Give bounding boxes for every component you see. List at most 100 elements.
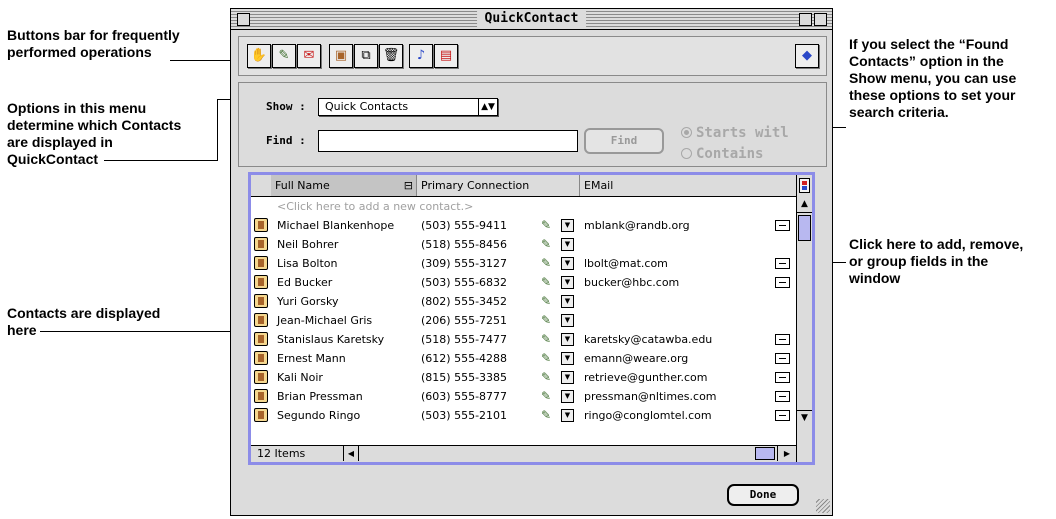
email-send-icon[interactable]: [775, 258, 790, 269]
show-select[interactable]: Quick Contacts ▲▼: [318, 98, 498, 116]
contact-list: Full Name ⊟ Primary Connection EMail <Cl…: [251, 175, 812, 462]
contact-email: pressman@nltimes.com: [584, 390, 717, 403]
contact-row[interactable]: Ed Bucker (503) 555-6832 ✎ ▼ bucker@hbc.com: [251, 273, 796, 292]
close-box-icon[interactable]: [237, 13, 250, 26]
contact-phone: (503) 555-6832: [421, 276, 508, 289]
contact-phone: (802) 555-3452: [421, 295, 508, 308]
dial-phone-icon[interactable]: ✎: [541, 349, 551, 368]
handshake-icon[interactable]: ✋: [247, 44, 271, 68]
email-send-icon[interactable]: [775, 410, 790, 421]
contact-row[interactable]: Kali Noir (815) 555-3385 ✎ ▼ retrieve@gunthe…: [251, 368, 796, 387]
note-icon[interactable]: ♪: [409, 44, 433, 68]
connection-menu-icon[interactable]: ▼: [561, 390, 574, 403]
contact-phone: (309) 555-3127: [421, 257, 508, 270]
email-send-icon[interactable]: [775, 220, 790, 231]
contact-card-icon[interactable]: [254, 218, 268, 232]
column-header-email[interactable]: EMail: [580, 175, 796, 196]
find-button[interactable]: Find: [584, 128, 664, 154]
email-send-icon[interactable]: [775, 391, 790, 402]
contact-email: retrieve@gunther.com: [584, 371, 708, 384]
connection-menu-icon[interactable]: ▼: [561, 257, 574, 270]
contact-row[interactable]: Stanislaus Karetsky (518) 555-7477 ✎ ▼ karet…: [251, 330, 796, 349]
help-icon[interactable]: ◆: [795, 44, 819, 68]
collapse-box-icon[interactable]: [814, 13, 827, 26]
callout-line: [104, 160, 217, 161]
connection-menu-icon[interactable]: ▼: [561, 314, 574, 327]
dial-phone-icon[interactable]: ✎: [541, 368, 551, 387]
duplicate-icon[interactable]: ⧉: [354, 44, 378, 68]
updown-arrow-icon: ▲▼: [478, 99, 497, 115]
connection-menu-icon[interactable]: ▼: [561, 219, 574, 232]
column-header-full-name[interactable]: Full Name ⊟: [271, 175, 417, 196]
contact-card-icon[interactable]: [254, 313, 268, 327]
scroll-thumb[interactable]: [798, 215, 811, 241]
contact-card-icon[interactable]: [254, 237, 268, 251]
dial-phone-icon[interactable]: ✎: [541, 216, 551, 235]
contact-row[interactable]: Michael Blankenhope (503) 555-9411 ✎ ▼ mblan…: [251, 216, 796, 235]
contact-card-icon[interactable]: [254, 256, 268, 270]
connection-menu-icon[interactable]: ▼: [561, 238, 574, 251]
search-panel: Show : Quick Contacts ▲▼ Find : Find Sta…: [238, 82, 827, 167]
done-button[interactable]: Done: [727, 484, 799, 506]
connection-menu-icon[interactable]: ▼: [561, 409, 574, 422]
contact-row[interactable]: Jean-Michael Gris (206) 555-7251 ✎ ▼: [251, 311, 796, 330]
connection-menu-icon[interactable]: ▼: [561, 352, 574, 365]
contact-row[interactable]: Lisa Bolton (309) 555-3127 ✎ ▼ lbolt@mat.com: [251, 254, 796, 273]
show-select-value: Quick Contacts: [325, 100, 409, 113]
scroll-left-arrow-icon[interactable]: ◀: [343, 446, 359, 461]
contact-row[interactable]: Ernest Mann (612) 555-4288 ✎ ▼ emann@weare.o…: [251, 349, 796, 368]
dial-phone-icon[interactable]: ✎: [541, 406, 551, 425]
trash-icon[interactable]: 🗑: [379, 44, 403, 68]
contact-card-icon[interactable]: [254, 332, 268, 346]
dial-phone-icon[interactable]: ✎: [541, 387, 551, 406]
callout-options-menu: Options in this menu determine which Con…: [7, 100, 182, 167]
dial-phone-icon[interactable]: ✎: [541, 235, 551, 254]
find-input[interactable]: [318, 130, 578, 152]
contact-row[interactable]: Brian Pressman (603) 555-8777 ✎ ▼ pressman@n…: [251, 387, 796, 406]
column-header-primary-connection[interactable]: Primary Connection: [417, 175, 580, 196]
contact-row[interactable]: Neil Bohrer (518) 555-8456 ✎ ▼: [251, 235, 796, 254]
email-send-icon[interactable]: [775, 277, 790, 288]
chart-icon[interactable]: ▤: [434, 44, 458, 68]
dial-phone-icon[interactable]: ✎: [272, 44, 296, 68]
show-label: Show :: [266, 100, 306, 113]
quickcontact-window: QuickContact ✋ ✎ ✉ ▣ ⧉ 🗑 ♪ ▤ ◆ Show : Qu…: [230, 8, 833, 516]
resize-grip-icon[interactable]: [816, 499, 830, 513]
connection-menu-icon[interactable]: ▼: [561, 371, 574, 384]
contact-card-icon[interactable]: [254, 408, 268, 422]
contains-radio[interactable]: Contains: [681, 146, 763, 162]
field-setup-icon[interactable]: [799, 178, 810, 193]
add-contact-row[interactable]: <Click here to add a new contact.>: [251, 197, 796, 216]
starts-with-radio[interactable]: Starts witl: [681, 125, 789, 141]
buttons-bar: ✋ ✎ ✉ ▣ ⧉ 🗑 ♪ ▤ ◆: [238, 36, 827, 76]
scroll-right-arrow-icon[interactable]: ▶: [777, 446, 796, 461]
dial-phone-icon[interactable]: ✎: [541, 254, 551, 273]
dial-phone-icon[interactable]: ✎: [541, 273, 551, 292]
contact-card-icon[interactable]: [254, 370, 268, 384]
contact-card-icon[interactable]: [254, 351, 268, 365]
contact-card-icon[interactable]: [254, 294, 268, 308]
contact-name: Neil Bohrer: [277, 238, 339, 251]
email-send-icon[interactable]: [775, 353, 790, 364]
dial-phone-icon[interactable]: ✎: [541, 330, 551, 349]
scroll-up-arrow-icon[interactable]: ▲: [797, 197, 812, 213]
dial-phone-icon[interactable]: ✎: [541, 311, 551, 330]
contact-card-icon[interactable]: [254, 389, 268, 403]
connection-menu-icon[interactable]: ▼: [561, 276, 574, 289]
contact-card-icon[interactable]: [254, 275, 268, 289]
email-send-icon[interactable]: [775, 372, 790, 383]
email-send-icon[interactable]: [775, 334, 790, 345]
scroll-down-arrow-icon[interactable]: ▼: [797, 410, 812, 426]
horizontal-scroll-thumb[interactable]: [755, 447, 775, 460]
zoom-box-icon[interactable]: [799, 13, 812, 26]
connection-menu-icon[interactable]: ▼: [561, 333, 574, 346]
status-bar: 12 Items ◀ ▶: [251, 445, 796, 462]
contact-row[interactable]: Segundo Ringo (503) 555-2101 ✎ ▼ ringo@congl…: [251, 406, 796, 425]
mail-check-icon[interactable]: ✉: [297, 44, 321, 68]
title-bar[interactable]: QuickContact: [231, 9, 832, 30]
contact-row[interactable]: Yuri Gorsky (802) 555-3452 ✎ ▼: [251, 292, 796, 311]
dial-phone-icon[interactable]: ✎: [541, 292, 551, 311]
connection-menu-icon[interactable]: ▼: [561, 295, 574, 308]
contact-card-icon[interactable]: ▣: [329, 44, 353, 68]
vertical-scrollbar[interactable]: ▲ ▼: [796, 175, 812, 462]
